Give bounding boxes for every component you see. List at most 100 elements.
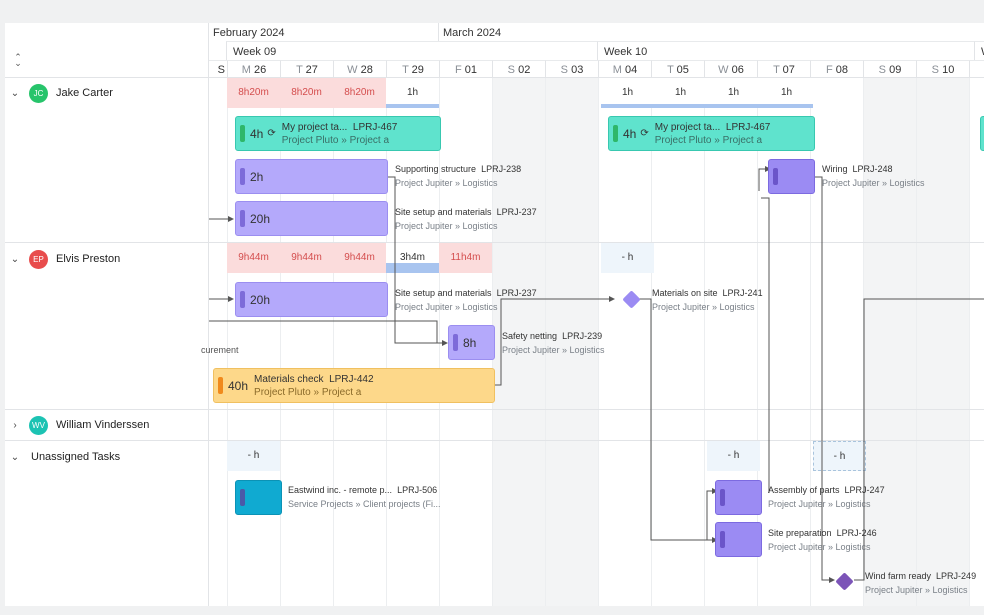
task-label: Site setup and materials LPRJ-237 Projec… bbox=[395, 205, 537, 233]
task-key: LPRJ-241 bbox=[722, 288, 763, 298]
task-subtitle: Project Pluto » Project a bbox=[254, 386, 362, 398]
task-title: Site setup and materials bbox=[395, 288, 492, 298]
milestone-label: Wind farm ready LPRJ-249 Project Jupiter… bbox=[865, 569, 976, 597]
task-safety-netting[interactable]: 8h bbox=[448, 325, 495, 360]
task-key: LPRJ-467 bbox=[725, 121, 771, 133]
task-subtitle: Project Jupiter » Logistics bbox=[652, 302, 755, 312]
task-title: Safety netting bbox=[502, 331, 558, 341]
chevron-right-icon[interactable]: › bbox=[5, 420, 25, 431]
drag-handle[interactable] bbox=[240, 291, 245, 308]
drag-handle[interactable] bbox=[613, 125, 618, 142]
drag-handle[interactable] bbox=[240, 489, 245, 506]
drag-handle[interactable] bbox=[240, 210, 245, 227]
task-subtitle: Project Jupiter » Logistics bbox=[822, 178, 925, 188]
procurement-label-fragment: curement bbox=[201, 345, 239, 355]
drag-handle[interactable] bbox=[720, 531, 725, 548]
arrow-head bbox=[228, 296, 234, 302]
task-wiring[interactable] bbox=[768, 159, 815, 194]
task-title: Site setup and materials bbox=[395, 207, 492, 217]
resource-row-william-vinderssen[interactable]: › WV William Vinderssen bbox=[5, 413, 208, 437]
resource-name: Elvis Preston bbox=[56, 253, 121, 265]
task-label: Safety netting LPRJ-239 Project Jupiter … bbox=[502, 329, 605, 357]
row-divider bbox=[5, 409, 208, 410]
task-info: My project ta... LPRJ-467 Project Pluto … bbox=[655, 121, 771, 147]
task-bar-offscreen[interactable] bbox=[980, 116, 984, 151]
avatar: JC bbox=[29, 83, 48, 103]
task-key: LPRJ-237 bbox=[496, 207, 537, 217]
task-subtitle: Project Pluto » Project a bbox=[281, 134, 390, 146]
task-subtitle: Service Projects » Client projects (Fi..… bbox=[288, 499, 441, 509]
task-my-project[interactable]: 4h ⟳ My project ta... LPRJ-467 Project P… bbox=[608, 116, 815, 151]
dependency-line bbox=[629, 298, 712, 541]
task-title: My project ta... bbox=[654, 121, 721, 133]
drag-handle[interactable] bbox=[720, 489, 725, 506]
avatar: EP bbox=[29, 249, 48, 269]
arrow-head bbox=[829, 577, 835, 583]
collapse-all-icon[interactable]: ⌃ ⌄ bbox=[13, 53, 23, 68]
task-site-setup[interactable]: 20h bbox=[235, 282, 388, 317]
task-title: Materials check bbox=[254, 373, 324, 385]
task-key: LPRJ-238 bbox=[481, 164, 522, 174]
resource-panel: ⌃ ⌄ ⌄ JC Jake Carter ⌄ EP Elvis Preston … bbox=[5, 23, 239, 606]
resource-row-jake-carter[interactable]: ⌄ JC Jake Carter bbox=[5, 81, 208, 105]
task-site-setup[interactable]: 20h bbox=[235, 201, 388, 236]
arrow-head bbox=[228, 216, 234, 222]
dependency-line bbox=[209, 320, 444, 344]
avatar: WV bbox=[29, 415, 48, 435]
app-window: ⌃ ⌄ ⌄ JC Jake Carter ⌄ EP Elvis Preston … bbox=[0, 0, 984, 615]
task-assembly-of-parts[interactable] bbox=[715, 480, 762, 515]
drag-handle[interactable] bbox=[240, 168, 245, 185]
task-key: LPRJ-247 bbox=[844, 485, 885, 495]
task-label: Assembly of parts LPRJ-247 Project Jupit… bbox=[768, 483, 885, 511]
task-eastwind[interactable] bbox=[235, 480, 282, 515]
task-duration: 4h bbox=[250, 126, 264, 141]
recurring-icon: ⟳ bbox=[640, 128, 649, 139]
drag-handle[interactable] bbox=[773, 168, 778, 185]
task-subtitle: Project Jupiter » Logistics bbox=[395, 302, 498, 312]
task-site-preparation[interactable] bbox=[715, 522, 762, 557]
task-title: Eastwind inc. - remote p... bbox=[288, 485, 393, 495]
header-divider bbox=[5, 77, 208, 78]
chevron-down-icon[interactable]: ⌄ bbox=[5, 254, 25, 265]
chevron-down-icon[interactable]: ⌄ bbox=[5, 88, 25, 99]
drag-handle[interactable] bbox=[453, 334, 458, 351]
task-my-project[interactable]: 4h ⟳ My project ta... LPRJ-467 Project P… bbox=[235, 116, 441, 151]
drag-handle[interactable] bbox=[218, 377, 223, 394]
task-title: Supporting structure bbox=[395, 164, 477, 174]
task-duration: 40h bbox=[228, 378, 249, 393]
task-label: Site preparation LPRJ-246 Project Jupite… bbox=[768, 526, 877, 554]
task-materials-check[interactable]: 40h Materials check LPRJ-442 Project Plu… bbox=[213, 368, 495, 403]
task-key: LPRJ-467 bbox=[352, 121, 398, 133]
resource-name: William Vinderssen bbox=[56, 419, 150, 431]
task-label: Supporting structure LPRJ-238 Project Ju… bbox=[395, 162, 521, 190]
resource-name: Jake Carter bbox=[56, 87, 113, 99]
resource-name: Unassigned Tasks bbox=[31, 451, 121, 463]
task-duration: 2h bbox=[250, 169, 264, 184]
task-key: LPRJ-506 bbox=[397, 485, 438, 495]
task-title: Assembly of parts bbox=[768, 485, 840, 495]
resource-row-unassigned[interactable]: ⌄ Unassigned Tasks bbox=[5, 445, 208, 469]
gantt-panel: ⌃ ⌄ ⌄ JC Jake Carter ⌄ EP Elvis Preston … bbox=[5, 23, 984, 606]
task-label: Wiring LPRJ-248 Project Jupiter » Logist… bbox=[822, 162, 925, 190]
chevron-down-icon: ⌄ bbox=[14, 58, 22, 68]
resource-row-elvis-preston[interactable]: ⌄ EP Elvis Preston bbox=[5, 247, 208, 271]
task-title: Wiring bbox=[822, 164, 848, 174]
task-supporting-structure[interactable]: 2h bbox=[235, 159, 388, 194]
task-label: Site setup and materials LPRJ-237 Projec… bbox=[395, 286, 537, 314]
task-subtitle: Project Jupiter » Logistics bbox=[395, 178, 498, 188]
row-divider bbox=[5, 242, 208, 243]
task-duration: 8h bbox=[463, 335, 477, 350]
task-info: Materials check LPRJ-442 Project Pluto »… bbox=[254, 373, 374, 399]
drag-handle[interactable] bbox=[240, 125, 245, 142]
task-title: Wind farm ready bbox=[865, 571, 932, 581]
task-subtitle: Project Jupiter » Logistics bbox=[395, 221, 498, 231]
task-key: LPRJ-248 bbox=[852, 164, 893, 174]
task-label: Eastwind inc. - remote p... LPRJ-506 Ser… bbox=[288, 483, 441, 511]
timeline-grid: February 2024 March 2024 Week 09 Week 10… bbox=[209, 23, 984, 606]
task-subtitle: Project Jupiter » Logistics bbox=[865, 585, 968, 595]
dependency-line bbox=[761, 197, 770, 493]
row-divider bbox=[5, 440, 208, 441]
arrow-head bbox=[609, 296, 615, 302]
chevron-down-icon[interactable]: ⌄ bbox=[5, 452, 25, 463]
task-key: LPRJ-237 bbox=[496, 288, 537, 298]
